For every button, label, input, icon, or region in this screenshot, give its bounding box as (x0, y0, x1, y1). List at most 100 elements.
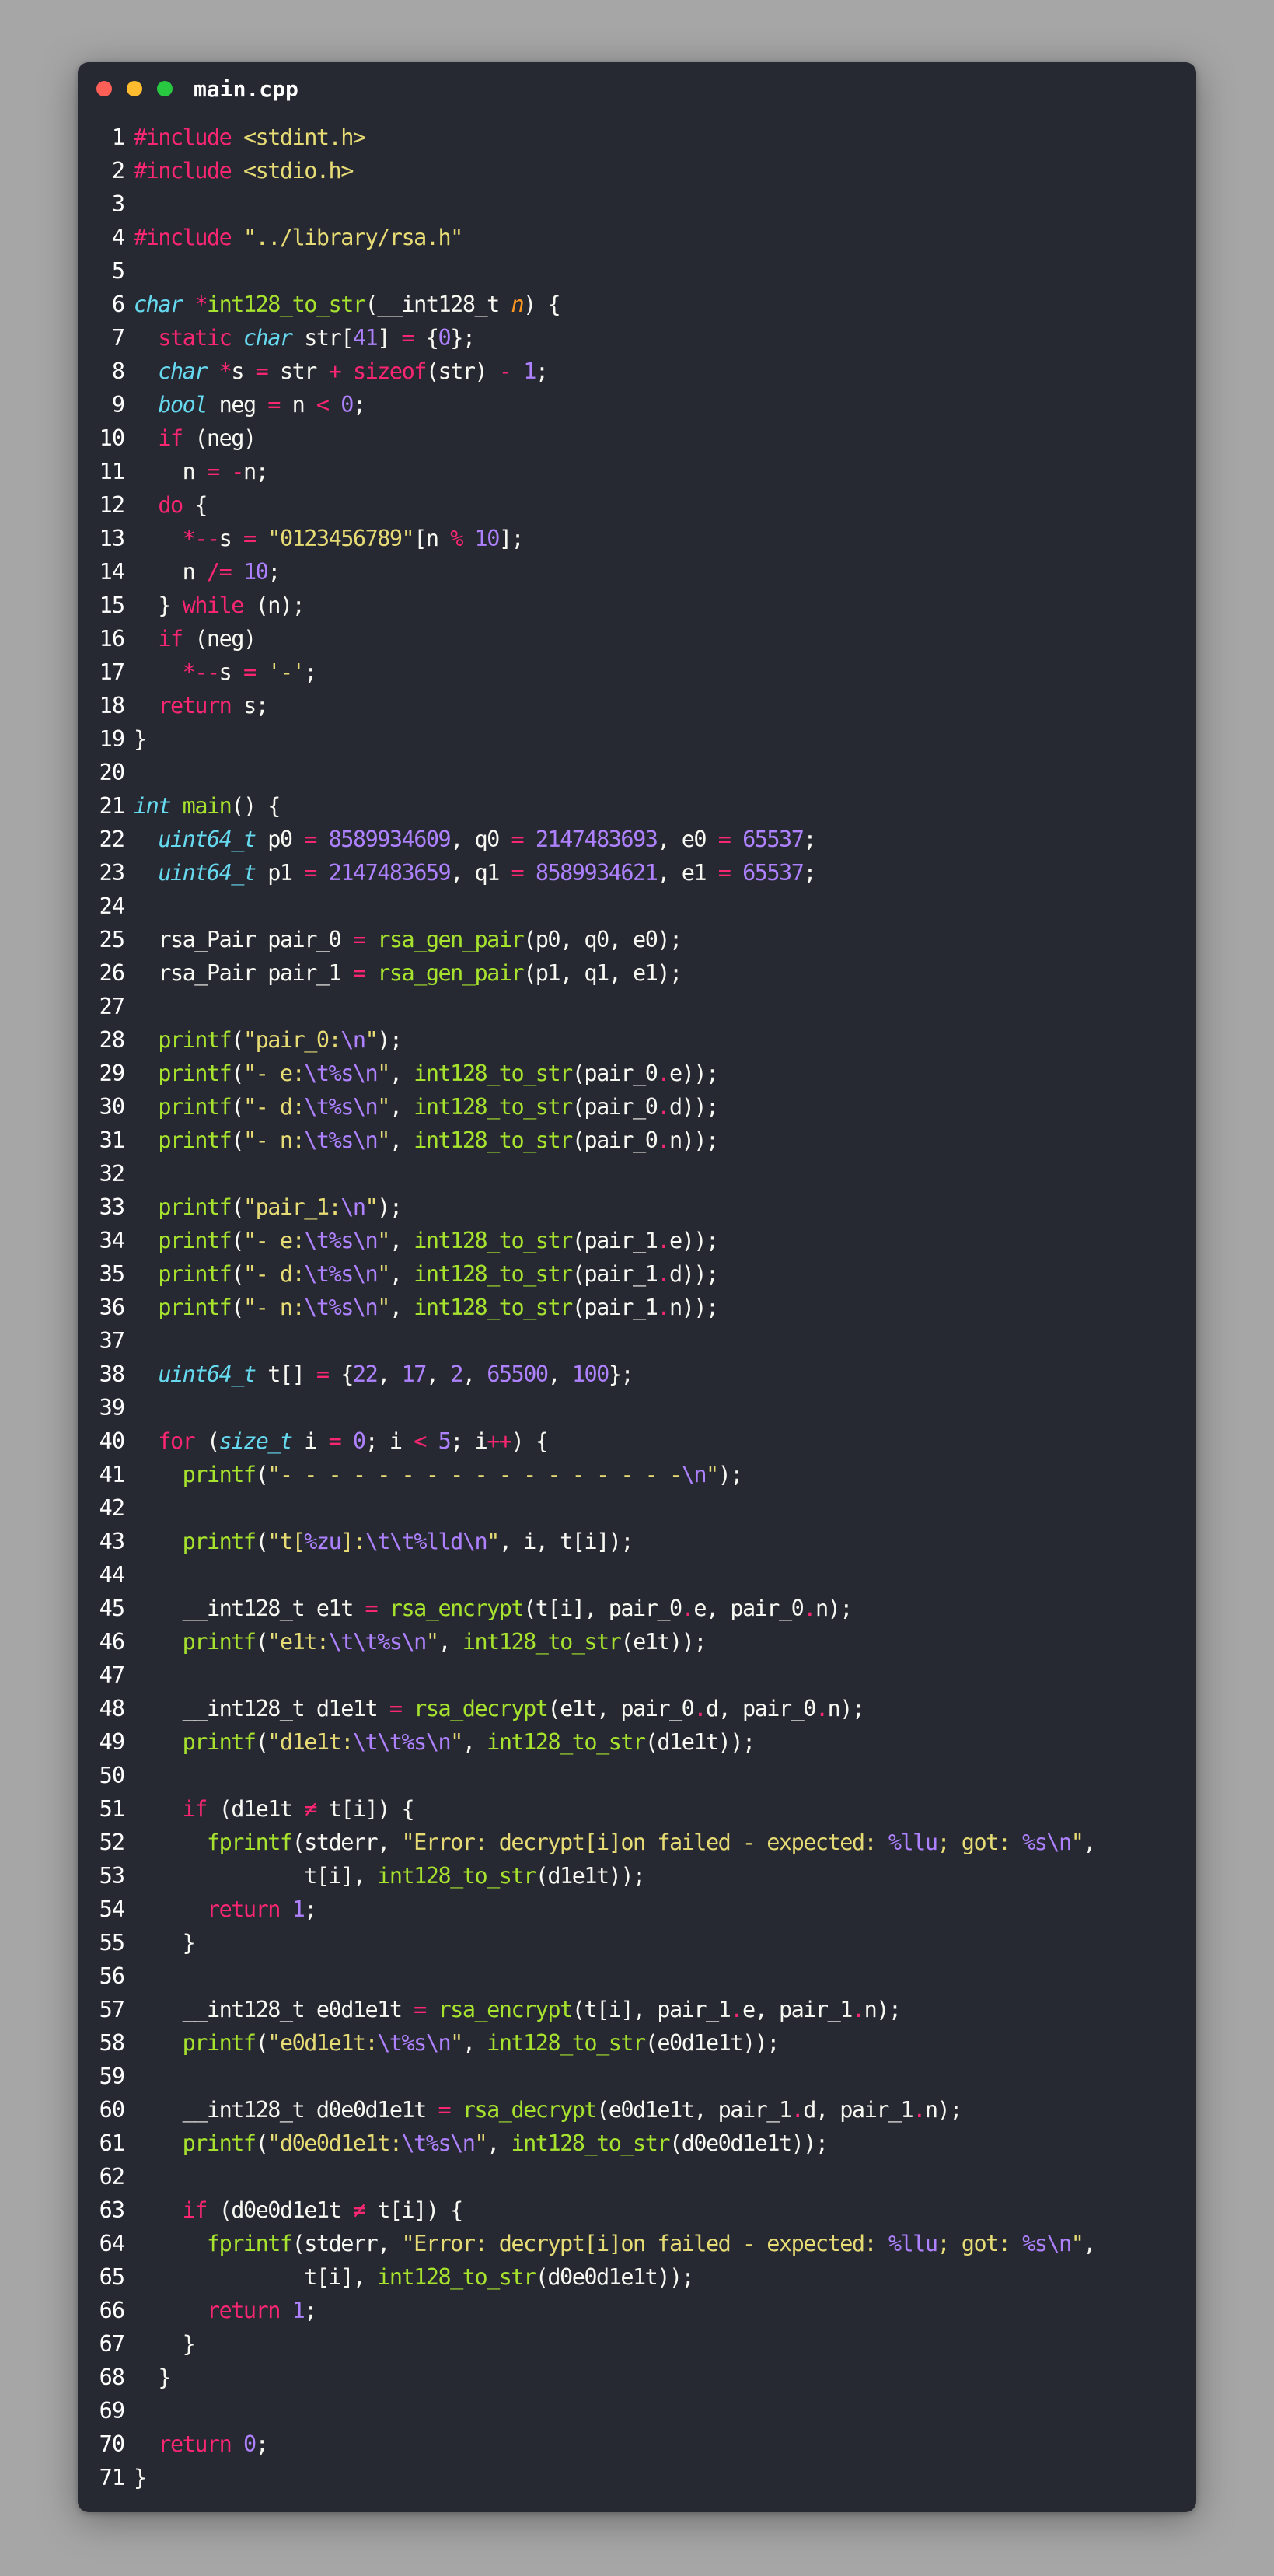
code-token: 5 (438, 1428, 452, 1454)
code-token: ( (255, 1629, 269, 1655)
line-number: 51 (99, 1796, 125, 1822)
code-token: . (657, 1127, 670, 1153)
code-line: 1 #include <stdint.h> (78, 121, 1196, 154)
code-token: ( (255, 2030, 269, 2056)
line-content: *--s = '-'; (134, 655, 318, 689)
code-token: - (498, 358, 512, 384)
code-token: i (291, 1428, 329, 1454)
code-token: = (316, 1361, 330, 1387)
line-number: 38 (99, 1361, 125, 1387)
code-token: ; i (365, 1428, 414, 1454)
code-token: } (134, 2365, 171, 2390)
code-token: (d1e1t)); (644, 1729, 756, 1755)
code-token: int128_to_str (414, 1094, 573, 1120)
code-editor[interactable]: 1 #include <stdint.h> 2 #include <stdio.h> 3… (78, 121, 1196, 2494)
code-line: 68 } (78, 2361, 1196, 2394)
code-line: 23 uint64_t p1 = 2147483659, q1 = 858993… (78, 856, 1196, 890)
code-token: ( (231, 1094, 244, 1120)
code-token: 100 (571, 1361, 609, 1387)
maximize-window-button[interactable] (157, 81, 173, 96)
code-token: ) { (511, 1428, 549, 1454)
code-token: ( (231, 1261, 244, 1287)
code-token: (e1t)); (620, 1629, 707, 1655)
code-token: ; (304, 659, 317, 685)
code-token: . (657, 1261, 670, 1287)
code-line: 44 (78, 1558, 1196, 1592)
code-token: " (450, 2030, 463, 2056)
code-token: p1 (255, 860, 305, 886)
code-line: 34 printf("- e:\t%s\n", int128_to_str(pa… (78, 1224, 1196, 1257)
code-line: 43 printf("t[%zu]:\t\t%lld\n", i, t[i]); (78, 1525, 1196, 1558)
code-token: rsa_encrypt (389, 1596, 525, 1621)
line-number: 42 (99, 1495, 125, 1521)
code-token: . (681, 1596, 695, 1621)
code-token: <stdint.h> (243, 124, 366, 150)
line-content: uint64_t p1 = 2147483659, q1 = 858993462… (134, 856, 816, 890)
code-line: 59 (78, 2060, 1196, 2093)
code-token: '-' (267, 659, 305, 685)
line-content: int main() { (134, 789, 281, 823)
line-content: return 1; (134, 1893, 317, 1926)
code-token: (e0d1e1t)); (644, 2030, 780, 2056)
code-token: int128_to_str (377, 1863, 536, 1889)
code-token: "- d: (243, 1094, 305, 1120)
code-token: \n (340, 1027, 366, 1053)
code-token: } (134, 1930, 196, 1956)
code-line: 16 if (neg) (78, 622, 1196, 655)
code-token: " (377, 1094, 390, 1120)
code-token: p0 (255, 827, 305, 852)
code-token: \t\t%s\n (352, 1729, 452, 1755)
line-number: 44 (99, 1562, 125, 1588)
line-content: } (134, 1926, 196, 1959)
code-token: static (158, 325, 232, 351)
line-content: #include "../library/rsa.h" (134, 221, 463, 254)
code-token: " (365, 1027, 379, 1053)
code-token: int128_to_str (414, 1127, 573, 1153)
code-token: , i, t[i]); (498, 1529, 634, 1554)
minimize-window-button[interactable] (127, 81, 142, 96)
line-content: if (neg) (134, 622, 257, 655)
code-token: = (438, 2097, 451, 2123)
close-window-button[interactable] (96, 81, 112, 96)
code-token: char (243, 325, 293, 351)
code-token: e)); (669, 1228, 719, 1253)
code-token: printf (158, 1295, 232, 1320)
code-token: ( (231, 1194, 244, 1220)
code-token: ; (267, 559, 281, 585)
code-token: "Error: decrypt[i]on failed - expected: (401, 1830, 888, 1855)
line-number: 5 (111, 258, 125, 284)
code-token: "- n: (243, 1127, 305, 1153)
code-token: int128_to_str (462, 1629, 622, 1655)
line-content: printf("e0d1e1t:\t%s\n", int128_to_str(e… (134, 2026, 780, 2060)
code-token: 10 (474, 526, 501, 551)
code-token: int128_to_str (206, 292, 366, 317)
code-token: % (450, 526, 463, 551)
line-number: 33 (99, 1194, 125, 1220)
code-token: \t\t%lld\n (365, 1529, 488, 1554)
code-token: rsa_decrypt (414, 1696, 549, 1721)
line-number: 18 (99, 693, 125, 718)
code-line: 36 printf("- n:\t%s\n", int128_to_str(pa… (78, 1291, 1196, 1324)
line-number: 71 (99, 2465, 125, 2490)
code-token: (stderr, (291, 1830, 402, 1855)
code-token: s (231, 358, 256, 384)
code-token: . (693, 1696, 707, 1721)
code-token: "0123456789" (267, 526, 414, 551)
code-token: . (913, 2097, 926, 2123)
code-line: 30 printf("- d:\t%s\n", int128_to_str(pa… (78, 1090, 1196, 1124)
code-token: ) { (523, 292, 560, 317)
code-line: 5 (78, 254, 1196, 288)
code-token: int128_to_str (414, 1295, 573, 1320)
code-token: #include (134, 158, 243, 184)
code-token: = (328, 1428, 342, 1454)
code-line: 9 bool neg = n < 0; (78, 388, 1196, 421)
line-number: 48 (99, 1696, 125, 1721)
